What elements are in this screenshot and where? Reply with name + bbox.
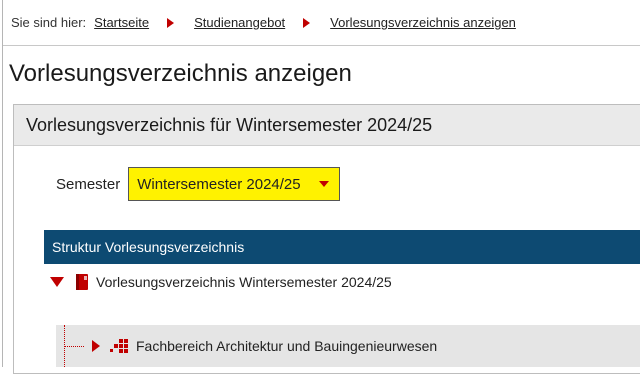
course-catalog-panel: Vorlesungsverzeichnis für Wintersemester… — [13, 104, 640, 374]
tree-child-label[interactable]: Fachbereich Architektur und Bauingenieur… — [136, 338, 437, 354]
tree-guide-line — [60, 325, 88, 367]
semester-select-value: Wintersemester 2024/25 — [137, 175, 301, 193]
tree-root-label[interactable]: Vorlesungsverzeichnis Wintersemester 202… — [96, 274, 392, 290]
tree-header: Struktur Vorlesungsverzeichnis — [44, 230, 640, 264]
triangle-right-icon[interactable] — [92, 340, 100, 352]
tree-child-item[interactable]: Fachbereich Architektur und Bauingenieur… — [56, 325, 640, 367]
chevron-down-icon — [318, 181, 329, 187]
breadcrumb-link-vorlesungsverzeichnis[interactable]: Vorlesungsverzeichnis anzeigen — [330, 15, 516, 30]
tree-root-item[interactable]: Vorlesungsverzeichnis Wintersemester 202… — [50, 273, 392, 291]
triangle-down-icon[interactable] — [50, 277, 64, 287]
breadcrumb: Sie sind hier: Startseite Studienangebot… — [3, 0, 640, 46]
semester-select[interactable]: Wintersemester 2024/25 — [128, 167, 340, 201]
breadcrumb-link-studienangebot[interactable]: Studienangebot — [194, 15, 285, 30]
semester-label: Semester — [56, 175, 121, 193]
chevron-right-icon — [167, 17, 175, 28]
breadcrumb-lead: Sie sind hier: — [11, 15, 87, 30]
book-icon — [74, 273, 90, 291]
page-frame: Sie sind hier: Startseite Studienangebot… — [2, 0, 640, 374]
page-title: Vorlesungsverzeichnis anzeigen — [9, 60, 352, 87]
chevron-right-icon — [303, 17, 311, 28]
org-unit-icon — [110, 339, 132, 353]
panel-header: Vorlesungsverzeichnis für Wintersemester… — [14, 105, 640, 146]
semester-row: Semester Wintersemester 2024/25 — [56, 167, 340, 201]
breadcrumb-link-startseite[interactable]: Startseite — [94, 15, 149, 30]
